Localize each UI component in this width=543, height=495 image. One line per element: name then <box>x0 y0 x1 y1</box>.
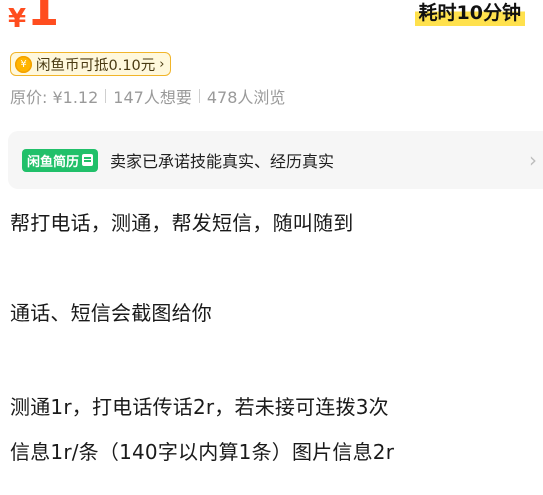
original-price: 原价: ¥1.12 <box>10 88 99 107</box>
wants-count: 147人想要 <box>113 88 192 107</box>
resume-tag: 闲鱼简历 <box>22 148 99 172</box>
price: ¥ 1 <box>8 0 59 32</box>
description-line: 测通1r，打电话传话2r，若未接可连拨3次 <box>10 395 389 419</box>
coin-icon: ¥ <box>15 55 32 73</box>
document-icon <box>82 154 94 166</box>
price-value: 1 <box>27 0 60 36</box>
coin-discount-badge[interactable]: ¥ 闲鱼币可抵0.10元 › <box>10 52 171 76</box>
seller-resume-card[interactable]: 闲鱼简历 卖家已承诺技能真实、经历真实 › <box>8 131 543 189</box>
resume-tag-label: 闲鱼简历 <box>27 154 80 170</box>
views-count: 478人浏览 <box>206 88 286 107</box>
coin-discount-label: 闲鱼币可抵0.10元 <box>36 57 156 74</box>
description-line: 信息1r/条（140字以内算1条）图片信息2r <box>10 440 395 464</box>
price-currency: ¥ <box>8 4 27 34</box>
divider <box>198 89 200 103</box>
resume-text: 卖家已承诺技能真实、经历真实 <box>110 152 335 171</box>
description-line: 帮打电话，测通，帮发短信，随叫随到 <box>10 211 354 235</box>
description-line: 通话、短信会截图给你 <box>10 301 212 325</box>
divider <box>105 89 107 103</box>
price-meta: 原价: ¥1.12 147人想要 478人浏览 <box>10 84 285 108</box>
duration-badge: 耗时10分钟 <box>414 0 525 26</box>
chevron-right-icon: › <box>529 148 537 172</box>
chevron-right-icon: › <box>159 56 165 72</box>
